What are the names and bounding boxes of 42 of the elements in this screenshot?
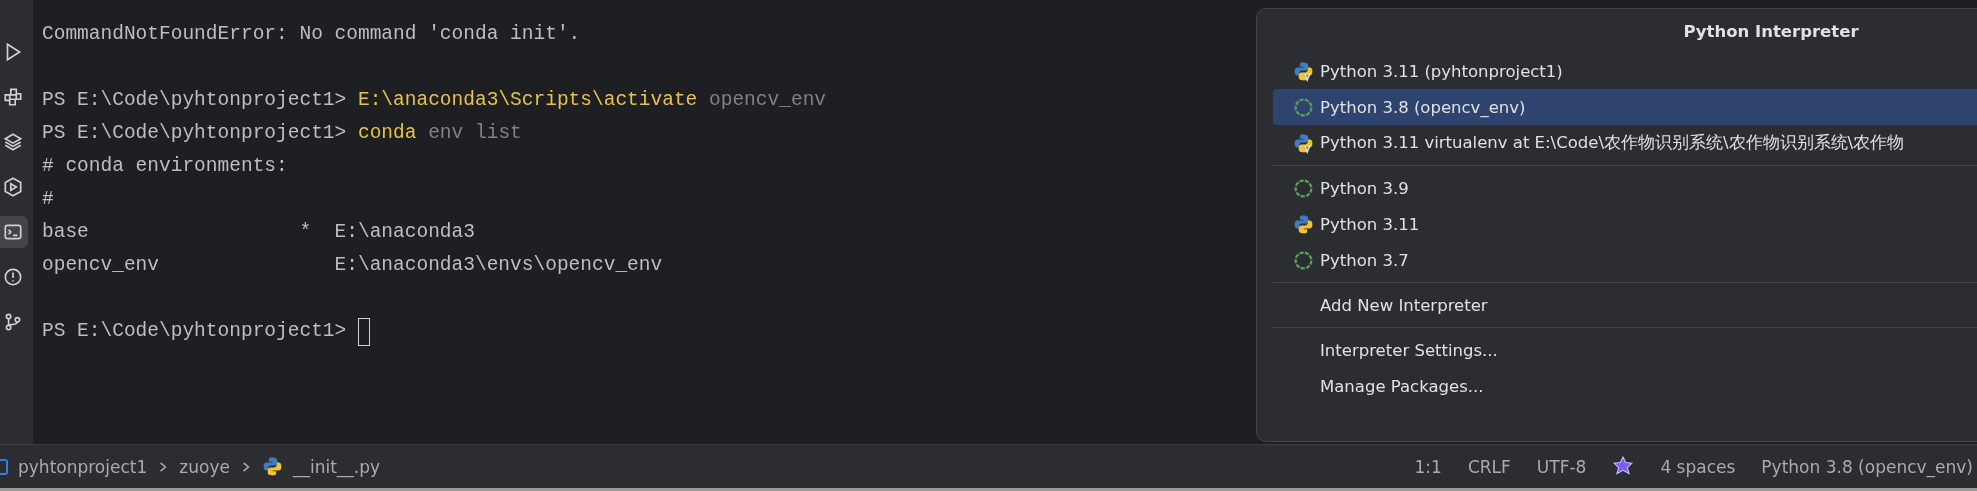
interpreter-item[interactable]: Python 3.11 (pyhtonproject1) <box>1273 53 1977 89</box>
terminal-text: PS E:\Code\pyhtonproject1> <box>42 319 348 344</box>
terminal-text: base * E:\anaconda3 <box>42 220 475 245</box>
terminal-text: CommandNotFoundError: No command 'conda init'. <box>42 22 581 47</box>
status-item[interactable]: 4 spaces <box>1660 456 1736 477</box>
conda-ring-icon <box>1293 96 1314 118</box>
terminal-argument: opencv_env <box>708 88 827 113</box>
interpreter-item[interactable]: Python 3.11 virtualenv at E:\Code\农作物识别系统\农作物识别系统\农作物 <box>1273 125 1977 161</box>
interpreter-item[interactable]: Python 3.8 (opencv_env) <box>1273 89 1977 125</box>
conda-ring-icon <box>1293 177 1314 199</box>
status-item[interactable]: Python 3.8 (opencv_env) <box>1761 456 1973 477</box>
conda-ring-icon <box>1293 249 1314 271</box>
star-icon[interactable] <box>1612 455 1635 478</box>
interpreter-item[interactable]: Interpreter Settings... <box>1273 332 1977 368</box>
terminal-text: PS E:\Code\pyhtonproject1> <box>42 121 348 146</box>
project-icon <box>0 458 8 475</box>
interpreter-item[interactable]: Python 3.7 <box>1273 242 1977 278</box>
breadcrumb[interactable]: pyhtonproject1 <box>18 456 148 477</box>
status-item[interactable]: 1:1 <box>1414 456 1442 477</box>
terminal-text: # <box>42 187 54 212</box>
terminal-command: conda <box>357 121 417 146</box>
cursor-icon <box>357 317 370 346</box>
tool-window-button[interactable] <box>0 216 28 248</box>
terminal-argument: env list <box>427 121 522 146</box>
terminal-command: E:\anaconda3\Scripts\activate <box>357 88 698 113</box>
terminal-text: PS E:\Code\pyhtonproject1> <box>42 88 348 113</box>
interpreter-item[interactable]: Add New Interpreter <box>1273 287 1977 323</box>
breadcrumb[interactable]: zuoye <box>179 456 230 477</box>
interpreter-item[interactable]: Manage Packages... <box>1273 368 1977 404</box>
status-item[interactable]: CRLF <box>1467 456 1511 477</box>
layers-icon <box>2 131 24 153</box>
python-venv-icon <box>1293 132 1314 154</box>
popup-title: Python Interpreter <box>1682 21 1860 43</box>
play-hexagon-icon <box>2 176 24 198</box>
python-venv-icon <box>1293 60 1314 82</box>
interpreter-item[interactable]: Python 3.11 <box>1273 206 1977 242</box>
terminal-text: opencv_env E:\anaconda3\envs\opencv_env <box>42 253 663 278</box>
terminal-text: # conda environments: <box>42 154 288 179</box>
status-item[interactable]: UTF-8 <box>1536 456 1587 477</box>
breadcrumb[interactable]: __init__.py <box>292 456 381 477</box>
warning-icon <box>2 266 24 288</box>
interpreter-item[interactable]: Python 3.9 <box>1273 170 1977 206</box>
